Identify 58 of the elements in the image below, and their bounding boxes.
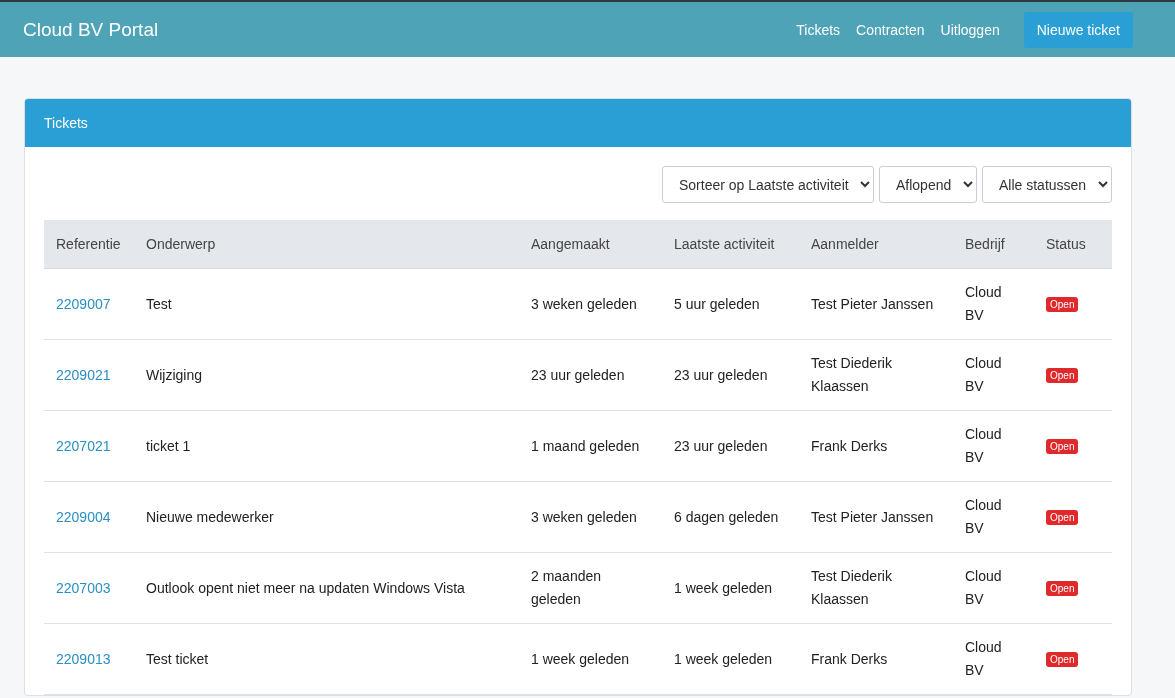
column-header: Status: [1034, 220, 1112, 269]
column-header: Aanmelder: [799, 220, 953, 269]
ticket-reference-link[interactable]: 2207003: [56, 579, 111, 596]
table-cell: 1 week geleden: [662, 552, 799, 624]
table-cell: Frank Derks: [799, 623, 953, 695]
table-cell: Test ticket: [134, 623, 519, 695]
table-cell: 6 dagen geleden: [662, 481, 799, 553]
table-cell: Wijziging: [134, 339, 519, 411]
filter-select[interactable]: Aflopend: [879, 166, 977, 203]
ticket-reference-link[interactable]: 2209004: [56, 508, 111, 525]
table-cell: 1 week geleden: [519, 623, 662, 695]
table-cell: Cloud BV: [953, 481, 1034, 553]
table-cell: Outlook opent niet meer na updaten Windows Vista: [134, 552, 519, 624]
table-cell: Cloud BV: [953, 268, 1034, 340]
nav-link[interactable]: Contracten: [856, 21, 925, 38]
status-badge: Open: [1046, 368, 1079, 383]
table-cell: Test Diederik Klaassen: [799, 339, 953, 411]
table-cell: 3 weken geleden: [519, 481, 662, 553]
nav-link[interactable]: Uitloggen: [940, 21, 1000, 38]
new-ticket-button[interactable]: Nieuwe ticket: [1023, 11, 1133, 48]
table-cell: 23 uur geleden: [662, 339, 799, 411]
table-cell: 5 uur geleden: [662, 268, 799, 340]
table-cell: Cloud BV: [953, 552, 1034, 624]
status-badge: Open: [1046, 510, 1079, 525]
filter-select[interactable]: Sorteer op Laatste activiteit: [662, 166, 874, 203]
status-badge: Open: [1046, 581, 1079, 596]
column-header: Aangemaakt: [519, 220, 662, 269]
table-cell: Test Diederik Klaassen: [799, 552, 953, 624]
brand-title: Cloud BV Portal: [23, 18, 160, 41]
column-header: Bedrijf: [953, 220, 1034, 269]
column-header: Referentie: [44, 220, 134, 269]
table-cell: Test Pieter Janssen: [799, 481, 953, 553]
table-cell: Nieuwe medewerker: [134, 481, 519, 553]
column-header: Laatste activiteit: [662, 220, 799, 269]
table-cell: ticket 1: [134, 410, 519, 482]
status-badge: Open: [1046, 439, 1079, 454]
table-cell: 23 uur geleden: [662, 410, 799, 482]
status-badge: Open: [1046, 297, 1079, 312]
table-cell: 2 maanden geleden: [519, 552, 662, 624]
ticket-reference-link[interactable]: 2207021: [56, 437, 111, 454]
card-title: Tickets: [25, 99, 1131, 147]
table-cell: Frank Derks: [799, 410, 953, 482]
table-cell: Cloud BV: [953, 623, 1034, 695]
filter-select[interactable]: Alle statussen: [982, 166, 1112, 203]
table-cell: 1 week geleden: [662, 623, 799, 695]
table-cell: 3 weken geleden: [519, 268, 662, 340]
status-badge: Open: [1046, 652, 1079, 667]
column-header: Onderwerp: [134, 220, 519, 269]
nav-link[interactable]: Tickets: [796, 21, 841, 38]
table-cell: Cloud BV: [953, 410, 1034, 482]
table-cell: 23 uur geleden: [519, 339, 662, 411]
table-cell: Test: [134, 268, 519, 340]
ticket-reference-link[interactable]: 2209013: [56, 650, 111, 667]
table-cell: Cloud BV: [953, 339, 1034, 411]
table-cell: 1 maand geleden: [519, 410, 662, 482]
table-cell: Test Pieter Janssen: [799, 268, 953, 340]
ticket-reference-link[interactable]: 2209007: [56, 295, 111, 312]
ticket-reference-link[interactable]: 2209021: [56, 366, 111, 383]
